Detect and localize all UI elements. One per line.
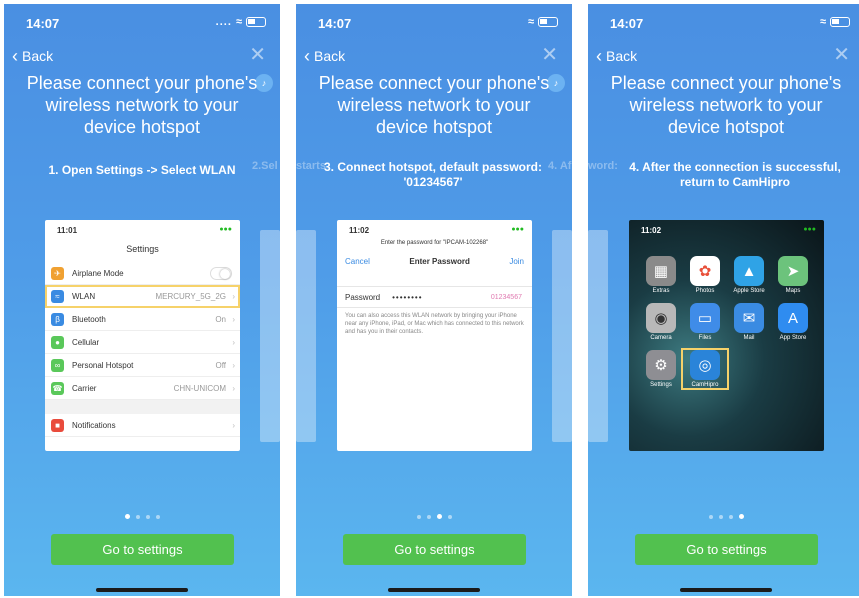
home-indicator — [680, 588, 772, 592]
map-icon: ➤ — [778, 256, 808, 286]
go-to-settings-button[interactable]: Go to settings — [51, 534, 234, 565]
close-icon[interactable]: ✕ — [249, 42, 266, 67]
phone-icon: ☎ — [51, 381, 64, 395]
home-indicator — [96, 588, 188, 592]
step-instruction: 1. Open Settings -> Select WLAN — [48, 163, 236, 177]
settings-screenshot: 11:01 ●●● Settings ✈ Airplane Mode ≈ WLAN ME… — [45, 220, 240, 451]
phone-panel-2: 14:07 ≈ ‹ Back ✕ ♪ Please connect your ph… — [296, 4, 572, 596]
app-maps: ➤ Maps — [771, 256, 815, 294]
bluetooth-icon: β — [51, 312, 64, 326]
page-indicator — [588, 506, 859, 524]
page-indicator — [4, 506, 280, 524]
airplane-icon: ✈ — [51, 266, 64, 280]
back-button[interactable]: ‹ Back — [12, 46, 53, 67]
phone-panel-3: 14:07 ≈ ‹ Back ✕ Please connect your phon… — [588, 4, 859, 596]
camera-app-icon: ◎ — [690, 350, 720, 380]
go-to-settings-button[interactable]: Go to settings — [635, 534, 818, 565]
next-step-peek: 4. Af — [548, 160, 572, 172]
app-settings: ⚙ Settings — [639, 350, 683, 388]
wifi-icon: ≈ — [51, 289, 64, 303]
prev-card-peek — [296, 230, 316, 442]
app-apple-store: ▲ Apple Store — [727, 256, 771, 294]
step-instruction: 4. After the connection is successful, r… — [629, 160, 841, 189]
wifi-icon: ≈ — [527, 16, 535, 28]
next-card-peek — [260, 230, 280, 442]
close-icon[interactable]: ✕ — [833, 42, 850, 67]
toggle — [210, 266, 232, 280]
app-files: ▭ Files — [683, 303, 727, 341]
hotspot-icon: ∞ — [51, 358, 64, 372]
password-field: Password •••••••• 01234567 — [337, 286, 532, 308]
row-wlan: ≈ WLAN MERCURY_5G_2G › — [45, 285, 240, 308]
camera-icon: ◉ — [646, 303, 676, 333]
status-time: 14:07 — [610, 16, 644, 31]
chevron-left-icon: ‹ — [12, 46, 18, 66]
appstore-icon: A — [778, 303, 808, 333]
battery-icon — [246, 17, 266, 28]
status-icons: ≈ — [528, 16, 558, 28]
mail-icon: ✉ — [734, 303, 764, 333]
step-instruction: 3. Connect hotspot, default password: '0… — [324, 160, 543, 189]
status-bar: 14:07 ≈ — [610, 16, 850, 32]
go-to-settings-button[interactable]: Go to settings — [343, 534, 526, 565]
app-photos: ✿ Photos — [683, 256, 727, 294]
photos-icon: ✿ — [690, 256, 720, 286]
password-header: Cancel Enter Password Join — [345, 256, 524, 266]
battery-icon — [830, 17, 850, 28]
prev-step-peek: starts — [296, 160, 326, 172]
folder-icon: ▦ — [646, 256, 676, 286]
password-screenshot: 11:02 ●●● Enter the password for "IPCAM-1… — [337, 220, 532, 451]
home-screen-screenshot: 11:02 ●●● ▦ Extras ✿ Photos ▲ Apple Store ➤ M… — [629, 220, 824, 451]
next-step-peek: 2.Sel — [252, 160, 278, 172]
row-cellular: ● Cellular › — [45, 331, 240, 354]
settings-title: Settings — [126, 244, 159, 254]
row-airplane: ✈ Airplane Mode — [45, 262, 240, 285]
wifi-icon: ≈ — [819, 16, 827, 28]
app-mail: ✉ Mail — [727, 303, 771, 341]
app-camhipro: ◎ CamHipro — [681, 348, 729, 390]
status-icons: .... ≈ — [216, 16, 266, 28]
home-indicator — [388, 588, 480, 592]
mini-status: 11:02 ●●● — [641, 226, 816, 235]
bag-icon: ▲ — [734, 256, 764, 286]
app-camera: ◉ Camera — [639, 303, 683, 341]
app-app-store: A App Store — [771, 303, 815, 341]
battery-icon — [538, 17, 558, 28]
password-note: You can also access this WLAN network by… — [345, 313, 524, 335]
close-icon[interactable]: ✕ — [541, 42, 558, 67]
status-time: 14:07 — [318, 16, 352, 31]
page-indicator — [296, 506, 572, 524]
prev-card-peek — [588, 230, 608, 442]
back-button[interactable]: ‹ Back — [304, 46, 345, 67]
notification-icon: ■ — [51, 418, 64, 432]
signal-dots: .... — [215, 16, 232, 28]
app-extras: ▦ Extras — [639, 256, 683, 294]
row-hotspot: ∞ Personal Hotspot Off › — [45, 354, 240, 377]
chevron-left-icon: ‹ — [304, 46, 310, 66]
phone-panel-1: 14:07 .... ≈ ‹ Back ✕ ♪ Please connect yo… — [4, 4, 280, 596]
row-notifications: ■ Notifications › — [45, 414, 240, 437]
prev-step-peek: word: — [588, 160, 618, 172]
files-icon: ▭ — [690, 303, 720, 333]
page-title: Please connect your phone's wireless net… — [318, 73, 550, 137]
row-bluetooth: β Bluetooth On › — [45, 308, 240, 331]
status-bar: 14:07 .... ≈ — [26, 16, 266, 32]
back-button[interactable]: ‹ Back — [596, 46, 637, 67]
wifi-icon: ≈ — [235, 16, 243, 28]
status-bar: 14:07 ≈ — [318, 16, 558, 32]
page-title: Please connect your phone's wireless net… — [610, 73, 842, 137]
page-title: Please connect your phone's wireless net… — [26, 73, 258, 137]
status-time: 14:07 — [26, 16, 60, 31]
mini-status: 11:02 ●●● — [349, 226, 524, 235]
cellular-icon: ● — [51, 335, 64, 349]
next-card-peek — [552, 230, 572, 442]
status-icons: ≈ — [820, 16, 850, 28]
password-prompt: Enter the password for "IPCAM-102268" — [380, 240, 489, 246]
row-carrier: ☎ Carrier CHN-UNICOM › — [45, 377, 240, 400]
gear-icon: ⚙ — [646, 350, 676, 380]
mini-status: 11:01 ●●● — [57, 226, 232, 235]
app-grid: ▦ Extras ✿ Photos ▲ Apple Store ➤ Maps ◉ Came… — [639, 256, 818, 390]
chevron-left-icon: ‹ — [596, 46, 602, 66]
